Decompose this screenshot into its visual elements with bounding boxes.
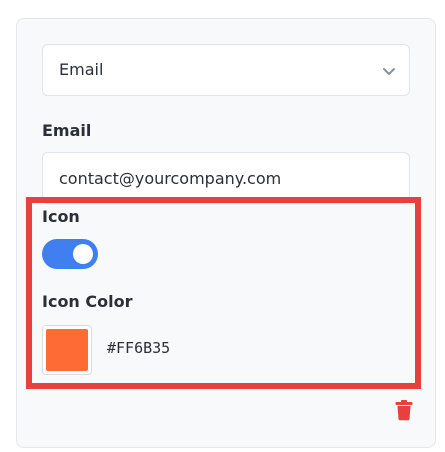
email-label: Email <box>42 121 92 140</box>
contact-type-select[interactable]: Email <box>42 44 410 96</box>
trash-icon[interactable] <box>394 399 414 421</box>
contact-type-value: Email <box>59 60 104 79</box>
highlight-box <box>26 197 421 389</box>
chevron-down-icon <box>383 68 395 75</box>
contact-item-card: Email Email Icon Icon Color #FF6B35 <box>16 18 436 448</box>
